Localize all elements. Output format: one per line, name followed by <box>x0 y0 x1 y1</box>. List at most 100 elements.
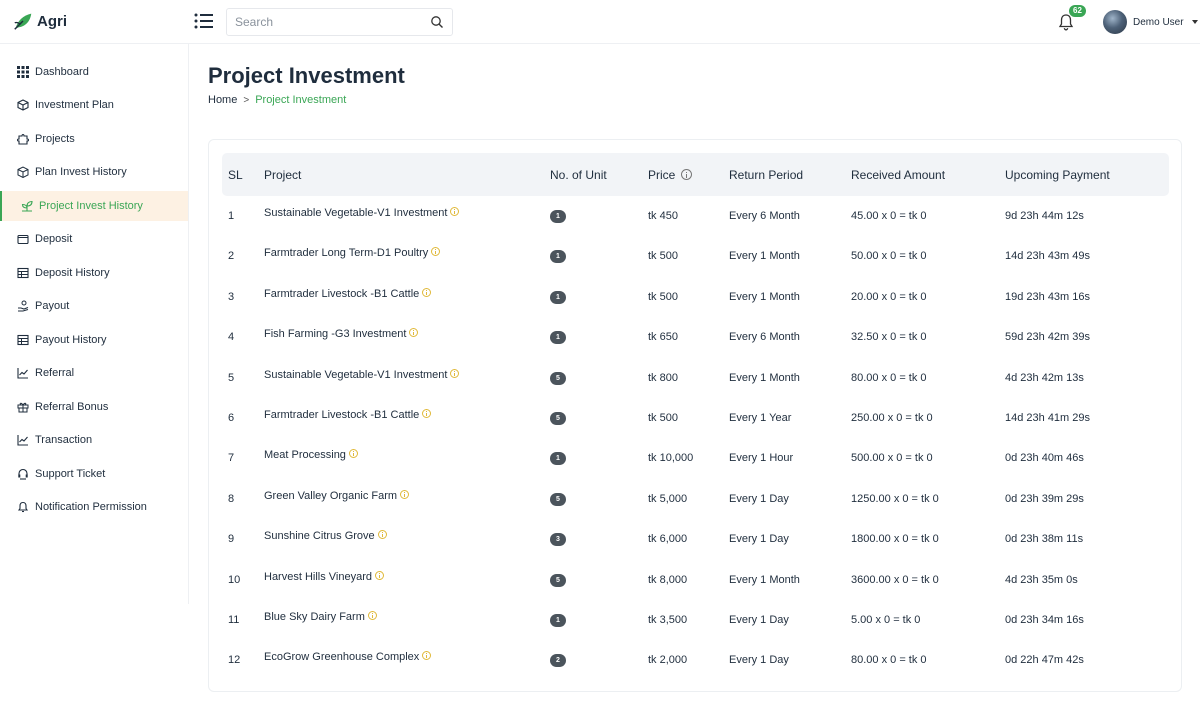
cell-return-period: Every 1 Day <box>729 492 789 505</box>
cell-received-amount: 50.00 x 0 = tk 0 <box>851 250 927 263</box>
info-icon[interactable] <box>348 449 358 459</box>
leaf-logo-icon <box>14 13 32 30</box>
sidebar-item-referral[interactable]: Referral <box>0 358 188 388</box>
sidebar-item-support-ticket[interactable]: Support Ticket <box>0 459 188 489</box>
cell-sl: 5 <box>228 371 235 384</box>
notification-count-badge: 62 <box>1069 5 1086 17</box>
sidebar-item-label: Payout <box>35 300 70 312</box>
hand-coin-icon <box>18 300 29 312</box>
cell-upcoming-payment: 14d 23h 43m 49s <box>1005 250 1091 263</box>
sidebar-item-projects[interactable]: Projects <box>0 124 188 154</box>
user-name: Demo User <box>1133 16 1184 28</box>
chart-line-icon <box>17 435 28 446</box>
chevron-down-icon <box>1191 20 1198 24</box>
sidebar-item-referral-bonus[interactable]: Referral Bonus <box>0 392 188 422</box>
cell-return-period: Every 6 Month <box>729 210 800 222</box>
unit-count-badge: 5 <box>550 412 566 425</box>
cell-return-period: Every 1 Hour <box>729 452 794 465</box>
avatar <box>1103 10 1127 34</box>
cell-return-period: Every 1 Day <box>729 654 789 667</box>
cell-upcoming-payment: 14d 23h 41m 29s <box>1005 412 1091 424</box>
table-row: 9 Sunshine Citrus Grove 3 tk 6,000 Every 1 D… <box>209 519 1181 559</box>
sidebar-item-label: Notification Permission <box>35 501 147 513</box>
info-icon[interactable] <box>422 651 432 661</box>
unit-count-badge: 2 <box>550 654 566 668</box>
cell-price: tk 10,000 <box>648 452 694 465</box>
cell-upcoming-payment: 4d 23h 42m 13s <box>1005 371 1084 384</box>
table-row: 12 EcoGrow Greenhouse Complex 2 tk 2,000 Eve… <box>209 640 1181 680</box>
cell-price: tk 650 <box>648 331 678 344</box>
info-icon[interactable] <box>450 368 460 378</box>
cell-upcoming-payment: 0d 23h 38m 11s <box>1005 533 1084 546</box>
unit-count-badge: 5 <box>550 492 566 506</box>
puzzle-icon <box>17 133 29 145</box>
investment-table-card: SL Project No. of Unit Price Return Peri… <box>208 139 1182 692</box>
cell-return-period: Every 1 Month <box>729 250 800 263</box>
breadcrumb-current: Project Investment <box>255 94 347 106</box>
cube-icon <box>17 99 29 111</box>
cell-price: tk 5,000 <box>648 492 688 505</box>
sidebar-item-payout[interactable]: Payout <box>0 291 188 321</box>
breadcrumb-home-link[interactable]: Home <box>208 94 237 106</box>
cell-received-amount: 3600.00 x 0 = tk 0 <box>851 573 939 586</box>
sidebar-item-deposit-history[interactable]: Deposit History <box>0 258 188 288</box>
info-icon[interactable] <box>367 611 377 620</box>
info-icon[interactable] <box>450 207 460 216</box>
cell-received-amount: 20.00 x 0 = tk 0 <box>851 290 927 303</box>
cell-sl: 10 <box>228 573 241 586</box>
cell-sl: 9 <box>228 533 235 546</box>
box-icon <box>17 166 29 178</box>
project-name: Harvest Hills Vineyard <box>264 570 373 583</box>
cell-received-amount: 45.00 x 0 = tk 0 <box>851 210 927 222</box>
breadcrumb: Home > Project Investment <box>208 94 346 106</box>
headset-icon <box>18 468 28 480</box>
menu-toggle-icon[interactable] <box>194 12 214 30</box>
info-icon[interactable] <box>400 489 410 499</box>
cell-price: tk 2,000 <box>648 654 688 667</box>
sidebar-item-investment-plan[interactable]: Investment Plan <box>0 90 188 120</box>
search-box <box>226 8 453 36</box>
cell-return-period: Every 1 Year <box>729 412 792 424</box>
sidebar-item-label: Transaction <box>35 434 93 446</box>
info-icon[interactable] <box>409 328 419 338</box>
search-icon[interactable] <box>430 15 444 29</box>
cell-price: tk 3,500 <box>648 614 688 626</box>
sidebar-item-label: Project Invest History <box>39 200 143 212</box>
info-icon[interactable] <box>681 169 693 180</box>
info-icon[interactable] <box>422 409 432 418</box>
cell-sl: 6 <box>228 412 235 424</box>
sidebar-item-transaction[interactable]: Transaction <box>0 425 188 455</box>
sidebar-item-label: Deposit <box>35 233 73 245</box>
column-header-sl: SL <box>228 168 243 182</box>
cell-price: tk 800 <box>648 371 678 384</box>
cell-sl: 1 <box>228 210 235 222</box>
cell-upcoming-payment: 0d 23h 34m 16s <box>1005 614 1084 626</box>
logo[interactable]: Agri <box>12 10 67 32</box>
column-header-price-label: Price <box>648 168 676 182</box>
sidebar-item-plan-invest-history[interactable]: Plan Invest History <box>0 157 188 187</box>
cell-sl: 2 <box>228 250 235 263</box>
user-menu[interactable]: Demo User <box>1103 10 1198 34</box>
sidebar-item-project-invest-history[interactable]: Project Invest History <box>0 191 188 221</box>
sidebar-item-dashboard[interactable]: Dashboard <box>0 57 188 87</box>
cell-project: Sustainable Vegetable-V1 Investment <box>264 368 460 381</box>
cell-price: tk 8,000 <box>648 573 688 586</box>
cell-project: Blue Sky Dairy Farm <box>264 611 377 623</box>
info-icon[interactable] <box>375 570 385 580</box>
cell-price: tk 500 <box>648 290 678 303</box>
cell-return-period: Every 6 Month <box>729 331 800 344</box>
sidebar-item-label: Payout History <box>35 334 107 346</box>
cell-received-amount: 1800.00 x 0 = tk 0 <box>851 533 939 546</box>
info-icon[interactable] <box>431 247 441 257</box>
breadcrumb-separator: > <box>243 94 250 106</box>
info-icon[interactable] <box>422 287 432 297</box>
sidebar-item-notification-permission[interactable]: Notification Permission <box>0 492 188 522</box>
cell-project: Sunshine Citrus Grove <box>264 530 387 542</box>
cell-return-period: Every 1 Day <box>729 614 789 626</box>
table-row: 7 Meat Processing 1 tk 10,000 Every 1 Hour 50… <box>209 438 1181 478</box>
sidebar-item-label: Projects <box>35 133 75 145</box>
sidebar-item-deposit[interactable]: Deposit <box>0 224 188 254</box>
info-icon[interactable] <box>377 530 387 540</box>
search-input[interactable] <box>235 15 430 29</box>
sidebar-item-payout-history[interactable]: Payout History <box>0 325 188 355</box>
